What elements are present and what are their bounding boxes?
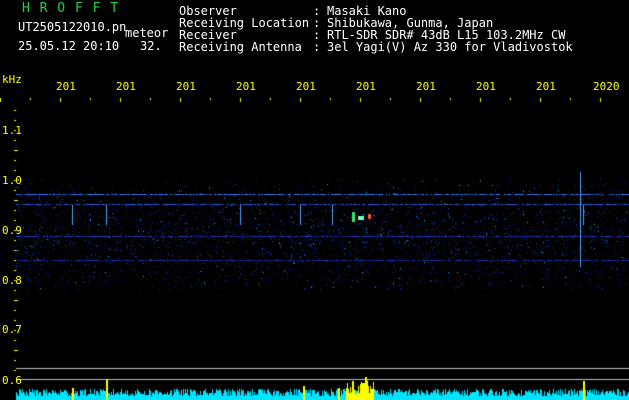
time-tick: 201 bbox=[356, 80, 376, 93]
timestamp: 25.05.12 20:10 bbox=[18, 39, 120, 53]
y-tick-1-0: 1.0 bbox=[2, 174, 22, 187]
y-tick-0-7: 0.7 bbox=[2, 323, 22, 336]
antenna-label: Receiving Antenna bbox=[179, 40, 302, 54]
y-tick-0-6: 0.6 bbox=[2, 374, 22, 387]
y-tick-1-1: 1.1 bbox=[2, 124, 22, 137]
time-tick: 201 bbox=[536, 80, 556, 93]
antenna-value: 3el Yagi(V) Az 330 for Vladivostok bbox=[327, 40, 573, 54]
axis-unit-label: kHz bbox=[2, 73, 22, 86]
file-name: UT2505122010.pn bbox=[18, 20, 127, 34]
y-tick-0-8: 0.8 bbox=[2, 274, 22, 287]
time-tick: 2020 bbox=[593, 80, 620, 93]
count-value: 32. bbox=[140, 39, 162, 53]
time-tick: 201 bbox=[116, 80, 136, 93]
spectrogram-canvas bbox=[0, 0, 629, 400]
y-tick-0-9: 0.9 bbox=[2, 224, 22, 237]
time-tick: 201 bbox=[416, 80, 436, 93]
category-label: meteor bbox=[125, 26, 169, 40]
time-tick: 201 bbox=[56, 80, 76, 93]
time-tick: 201 bbox=[296, 80, 316, 93]
time-tick: 201 bbox=[176, 80, 196, 93]
app-title: H R O F F T bbox=[22, 1, 120, 16]
time-tick: 201 bbox=[476, 80, 496, 93]
antenna-colon: : bbox=[313, 40, 321, 54]
time-tick: 201 bbox=[236, 80, 256, 93]
